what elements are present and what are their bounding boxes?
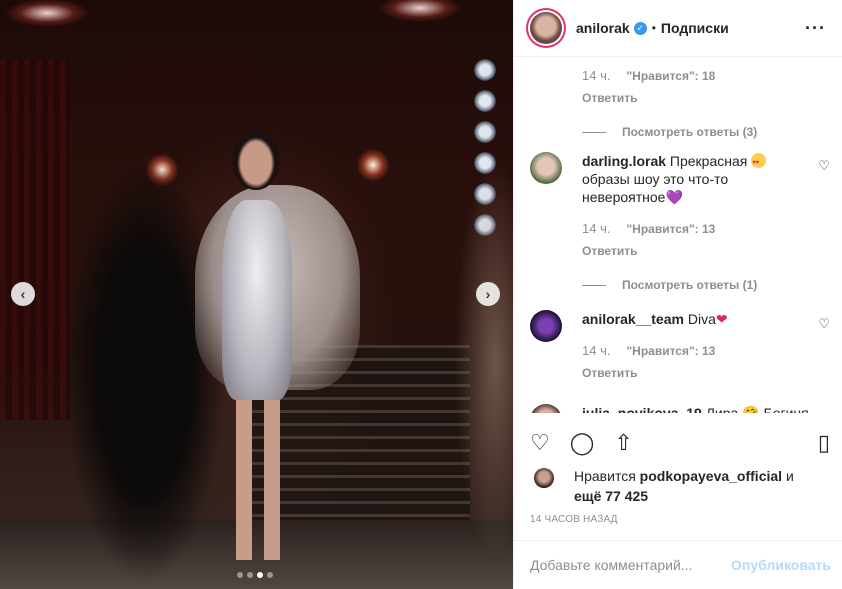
reply-button[interactable]: Ответить <box>582 364 637 382</box>
comment-text: anilorak__team Diva❤ <box>582 310 812 328</box>
comment-likes[interactable]: "Нравится": 18 <box>626 67 715 85</box>
header-separator: • <box>651 21 656 35</box>
dancer-left <box>60 160 230 580</box>
like-heart-icon[interactable]: ♡ <box>530 430 550 456</box>
singer-legs <box>228 390 288 560</box>
dancer-right <box>455 160 513 560</box>
comment-time: 14 ч. <box>582 68 611 83</box>
purple-heart-emoji-icon: 💜 <box>665 189 683 205</box>
post-side-panel: anilorak ✓ • Подписки ··· 14 ч. "Нравитс… <box>513 0 842 589</box>
more-options-icon[interactable]: ··· <box>805 18 826 39</box>
comment-text: darling.lorak Прекрасная образы шоу это … <box>582 152 812 206</box>
like-comment-heart-icon[interactable]: ♡ <box>818 316 830 332</box>
comment-username[interactable]: darling.lorak <box>582 153 666 169</box>
singer-dress <box>222 200 292 400</box>
comments-list[interactable]: 14 ч. "Нравится": 18 Ответить Посмотреть… <box>514 57 842 413</box>
comment-username[interactable]: anilorak__team <box>582 311 684 327</box>
carousel-prev-button[interactable]: ‹ <box>11 282 35 306</box>
following-button[interactable]: Подписки <box>661 20 729 36</box>
carousel-next-button[interactable]: › <box>476 282 500 306</box>
view-replies-label: Посмотреть ответы (3) <box>622 125 758 139</box>
post-timestamp[interactable]: 14 ЧАСОВ НАЗАД <box>530 514 618 525</box>
avatar[interactable] <box>530 12 562 44</box>
post-comment-button[interactable]: Опубликовать <box>731 557 831 573</box>
header-username[interactable]: anilorak <box>576 20 630 36</box>
likes-middle: и <box>782 468 794 484</box>
heart-eyes-emoji-icon <box>751 153 767 172</box>
carousel-dot <box>237 572 243 578</box>
avatar[interactable] <box>534 468 554 488</box>
comment-time: 14 ч. <box>582 343 611 358</box>
reply-button[interactable]: Ответить <box>582 89 637 107</box>
carousel-indicator <box>237 572 273 578</box>
carousel-dot <box>247 572 253 578</box>
view-replies-label: Посмотреть ответы (1) <box>622 278 758 292</box>
comment-bubble-icon[interactable]: ◯ <box>570 430 595 456</box>
share-icon[interactable]: ⇧ <box>614 430 632 456</box>
likes-count-link[interactable]: ещё 77 425 <box>574 488 648 504</box>
comment-input[interactable] <box>530 557 732 573</box>
comment-likes[interactable]: "Нравится": 13 <box>626 220 715 238</box>
comment-text-end: образы шоу это что-то невероятное <box>582 171 729 205</box>
avatar[interactable] <box>530 404 562 413</box>
singer-head <box>232 130 280 190</box>
liked-by-user-link[interactable]: podkopayeva_official <box>640 468 782 484</box>
divider <box>582 284 606 286</box>
bookmark-icon[interactable]: ▯ <box>818 430 830 456</box>
comment-text: Diva <box>687 311 716 327</box>
chevron-left-icon: ‹ <box>20 286 26 302</box>
reply-button[interactable]: Ответить <box>582 242 637 260</box>
view-replies-button[interactable]: Посмотреть ответы (1) <box>582 276 812 294</box>
view-replies-button[interactable]: Посмотреть ответы (3) <box>582 123 812 141</box>
chevron-right-icon: › <box>485 286 491 302</box>
avatar[interactable] <box>530 152 562 184</box>
add-comment-form: Опубликовать <box>514 540 842 589</box>
like-comment-heart-icon[interactable]: ♡ <box>818 158 830 174</box>
comment-likes[interactable]: "Нравится": 13 <box>626 342 715 360</box>
likes-prefix: Нравится <box>574 468 640 484</box>
red-heart-emoji-icon: ❤ <box>715 311 728 327</box>
comment-username[interactable]: julia_novikova_19 <box>582 405 702 413</box>
liked-by-summary: Нравится podkopayeva_official и ещё 77 4… <box>534 466 829 506</box>
avatar[interactable] <box>530 310 562 342</box>
comment-time: 14 ч. <box>582 221 611 236</box>
post-actions-bar: ♡ ◯ ⇧ ▯ <box>530 423 830 463</box>
carousel-dot <box>257 572 263 578</box>
post-photo[interactable]: ‹ › <box>0 0 513 589</box>
carousel-dot <box>267 572 273 578</box>
verified-badge-icon: ✓ <box>633 21 647 35</box>
comment-meta: 14 ч. "Нравится": 18 <box>582 67 812 85</box>
comment-text: Лира 🤗 Богиня <box>705 405 809 413</box>
divider <box>582 131 606 133</box>
post-header: anilorak ✓ • Подписки ··· <box>514 0 842 57</box>
comment-text-start: Прекрасная <box>669 153 748 169</box>
